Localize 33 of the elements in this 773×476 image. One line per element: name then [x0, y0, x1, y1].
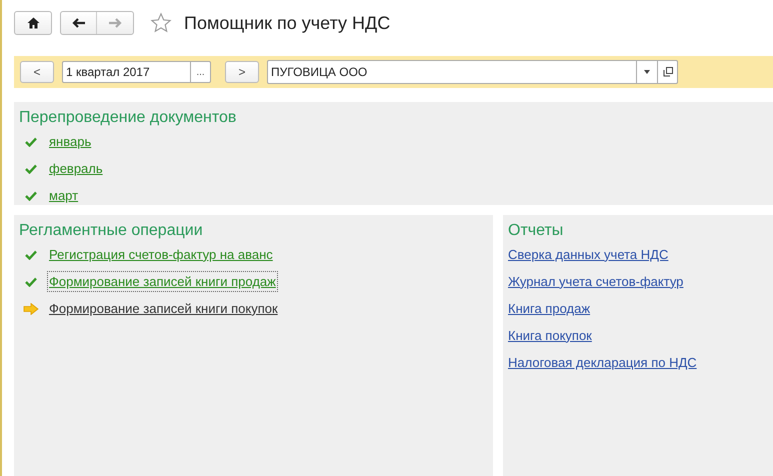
check-icon — [25, 164, 37, 174]
next-period-button[interactable]: > — [225, 61, 259, 83]
item-link[interactable]: март — [48, 186, 80, 206]
report-link[interactable]: Журнал учета счетов-фактур — [508, 272, 684, 292]
open-window-icon — [662, 67, 672, 77]
organization-field[interactable]: ПУГОВИЦА ООО — [267, 60, 678, 84]
home-icon — [26, 17, 40, 29]
item-link[interactable]: февраль — [48, 158, 104, 178]
star-icon[interactable] — [150, 12, 172, 34]
check-icon — [25, 136, 37, 146]
home-button[interactable] — [14, 11, 52, 35]
item-link[interactable]: Формирование записей книги покупок — [48, 298, 279, 318]
check-icon — [25, 250, 37, 260]
forward-arrow-icon — [108, 18, 122, 28]
check-icon — [25, 190, 37, 200]
report-link[interactable]: Книга продаж — [508, 298, 590, 318]
item-link[interactable]: Регистрация счетов-фактур на аванс — [48, 244, 274, 264]
check-icon — [25, 276, 37, 286]
section-title: Перепроведение документов — [18, 108, 238, 128]
previous-period-button[interactable]: < — [20, 61, 54, 83]
caret-icon — [644, 70, 650, 74]
item-link[interactable]: январь — [48, 132, 92, 152]
item-link[interactable]: Формирование записей книги продаж — [48, 272, 277, 292]
window-title: Помощник по учету НДС — [184, 12, 390, 35]
back-arrow-icon — [72, 18, 86, 28]
section-title: Отчеты — [508, 221, 564, 241]
period-field[interactable]: 1 квартал 2017 ... — [62, 61, 211, 83]
section-title: Регламентные операции — [18, 221, 204, 241]
report-link[interactable]: Книга покупок — [508, 326, 592, 346]
report-link[interactable]: Налоговая декларация по НДС — [508, 352, 697, 372]
report-link[interactable]: Сверка данных учета НДС — [508, 244, 668, 264]
arrow-icon — [23, 302, 39, 314]
select-period-button[interactable]: ... — [190, 62, 210, 82]
